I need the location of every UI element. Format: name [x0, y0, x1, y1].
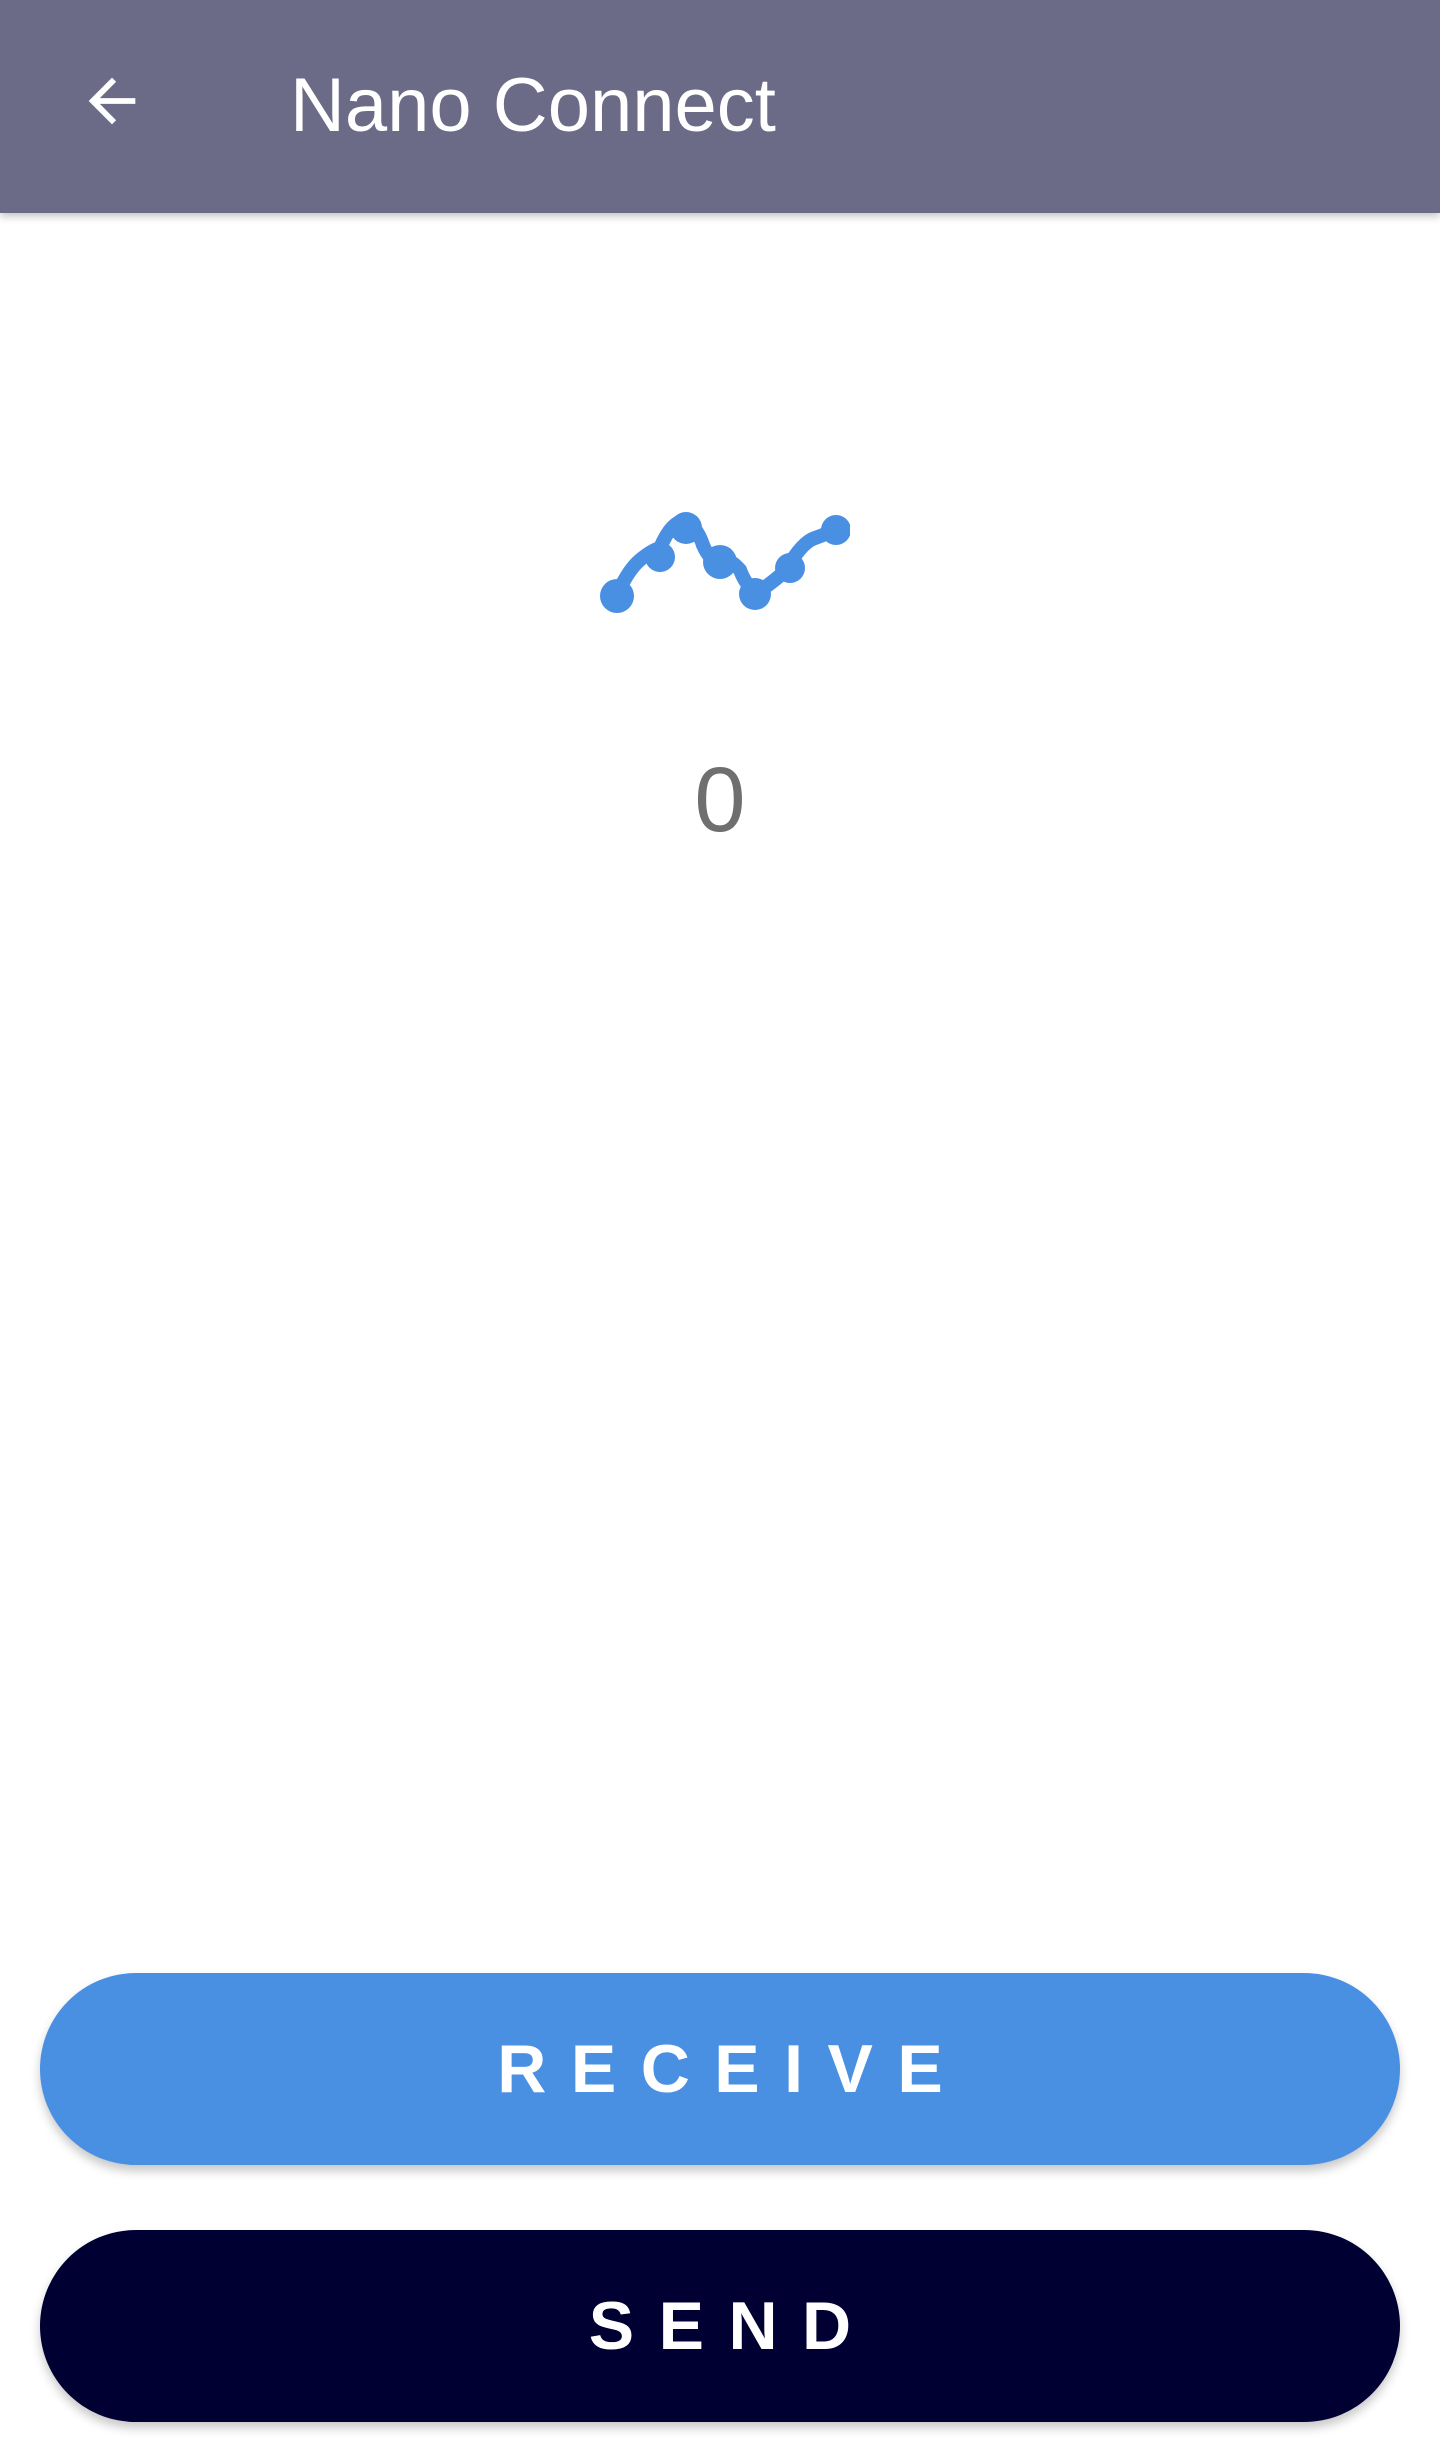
receive-button[interactable]: RECEIVE — [40, 1973, 1400, 2165]
app-title: Nano Connect — [290, 63, 776, 148]
send-button[interactable]: SEND — [40, 2230, 1400, 2422]
back-button[interactable] — [62, 46, 162, 156]
app-bar: Nano Connect — [0, 0, 1440, 213]
arrow-left-icon — [88, 77, 136, 125]
nano-logo-icon — [600, 512, 850, 613]
balance-amount: 0 — [694, 749, 746, 851]
